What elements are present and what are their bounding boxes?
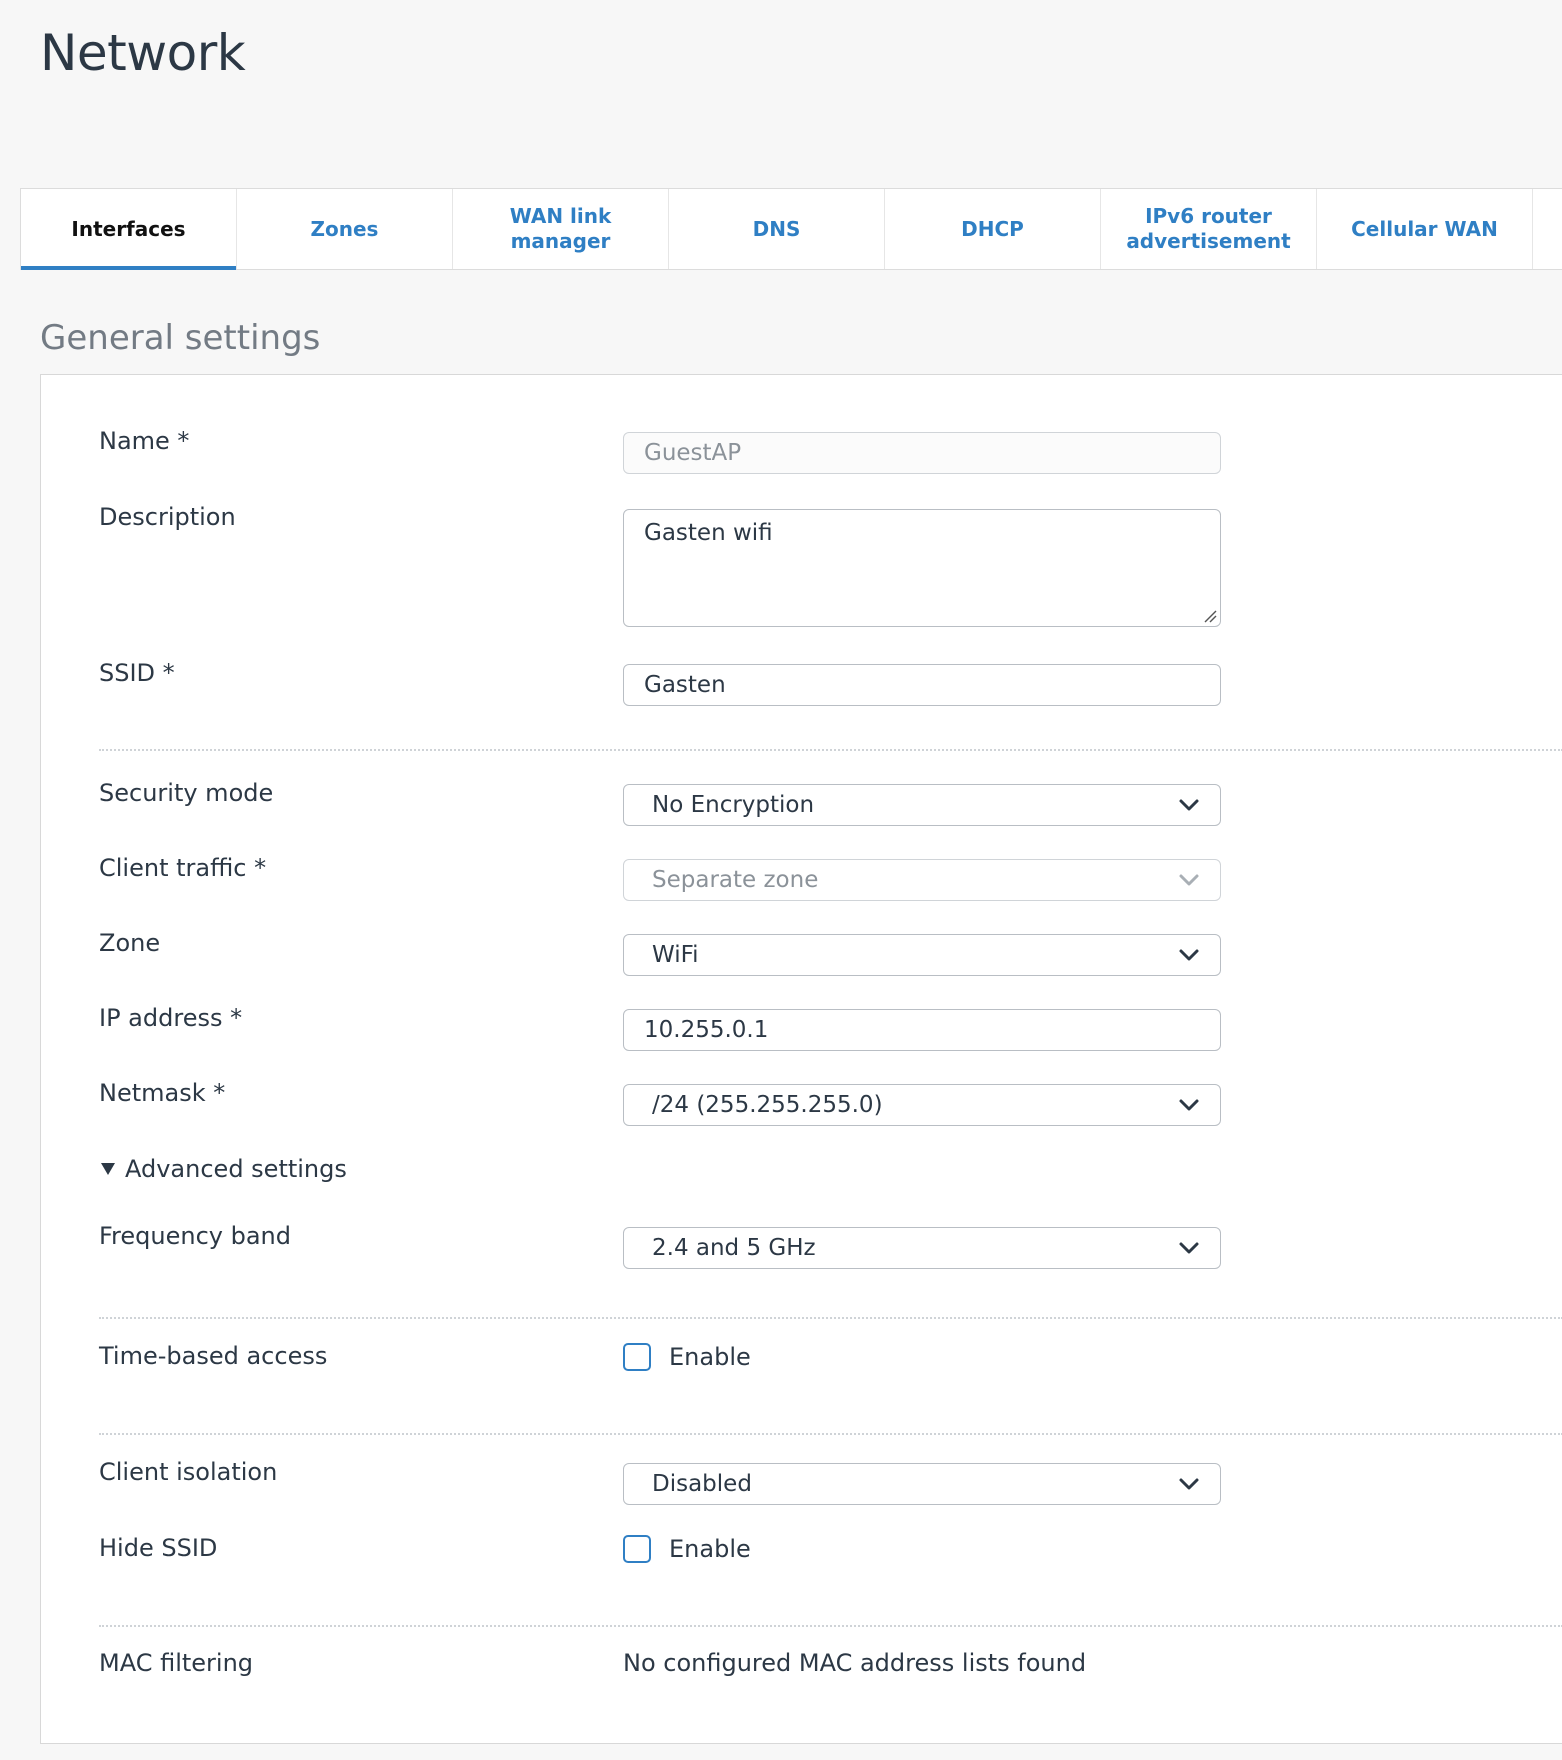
- chevron-down-icon: [1179, 1242, 1199, 1254]
- zone-select[interactable]: WiFi: [623, 934, 1221, 976]
- chevron-down-icon: [1179, 1478, 1199, 1490]
- tab-ipv6-router-advertisement[interactable]: IPv6 router advertisement: [1101, 189, 1317, 269]
- security-mode-select[interactable]: No Encryption: [623, 784, 1221, 826]
- hide-ssid-label: Hide SSID: [99, 1534, 218, 1562]
- netmask-label: Netmask *: [99, 1079, 226, 1107]
- resize-grip-icon[interactable]: [1203, 609, 1217, 623]
- advanced-settings-label: Advanced settings: [125, 1155, 347, 1183]
- divider: [99, 1625, 1562, 1627]
- client-traffic-label: Client traffic *: [99, 854, 267, 882]
- frequency-band-value: 2.4 and 5 GHz: [652, 1235, 816, 1261]
- page-title: Network: [40, 24, 246, 82]
- client-isolation-label: Client isolation: [99, 1458, 278, 1486]
- hide-ssid-checkbox[interactable]: [623, 1535, 651, 1563]
- name-field[interactable]: GuestAP: [623, 432, 1221, 474]
- time-based-access-checkbox-row[interactable]: Enable: [623, 1343, 751, 1371]
- tab-zones[interactable]: Zones: [237, 189, 453, 269]
- chevron-down-icon: [1179, 874, 1199, 886]
- client-traffic-select[interactable]: Separate zone: [623, 859, 1221, 901]
- client-isolation-select[interactable]: Disabled: [623, 1463, 1221, 1505]
- ssid-label: SSID *: [99, 659, 175, 687]
- mac-filtering-label: MAC filtering: [99, 1649, 254, 1677]
- netmask-select[interactable]: /24 (255.255.255.0): [623, 1084, 1221, 1126]
- chevron-down-icon: [1179, 799, 1199, 811]
- netmask-value: /24 (255.255.255.0): [652, 1092, 883, 1118]
- client-isolation-value: Disabled: [652, 1471, 752, 1497]
- ip-address-field[interactable]: 10.255.0.1: [623, 1009, 1221, 1051]
- chevron-down-icon: [1179, 1099, 1199, 1111]
- section-title: General settings: [40, 318, 321, 358]
- client-traffic-value: Separate zone: [652, 867, 819, 893]
- tab-cellular-wan[interactable]: Cellular WAN: [1317, 189, 1533, 269]
- hide-ssid-enable-label: Enable: [669, 1535, 751, 1563]
- tab-dhcp[interactable]: DHCP: [885, 189, 1101, 269]
- tab-bar: Interfaces Zones WAN link manager DNS DH…: [20, 188, 1562, 270]
- security-mode-value: No Encryption: [652, 792, 815, 818]
- tab-wan-link-manager[interactable]: WAN link manager: [453, 189, 669, 269]
- zone-label: Zone: [99, 929, 161, 957]
- time-based-access-checkbox[interactable]: [623, 1343, 651, 1371]
- divider: [99, 1433, 1562, 1435]
- frequency-band-select[interactable]: 2.4 and 5 GHz: [623, 1227, 1221, 1269]
- tab-dns[interactable]: DNS: [669, 189, 885, 269]
- tab-interfaces[interactable]: Interfaces: [21, 189, 237, 270]
- time-based-access-label: Time-based access: [99, 1342, 328, 1370]
- chevron-down-icon: [1179, 949, 1199, 961]
- hide-ssid-checkbox-row[interactable]: Enable: [623, 1535, 751, 1563]
- description-label: Description: [99, 503, 236, 531]
- description-value: Gasten wifi: [644, 520, 773, 546]
- advanced-settings-toggle[interactable]: Advanced settings: [101, 1155, 347, 1183]
- name-label: Name *: [99, 427, 190, 455]
- description-textarea[interactable]: Gasten wifi: [623, 509, 1221, 627]
- frequency-band-label: Frequency band: [99, 1222, 291, 1250]
- zone-value: WiFi: [652, 942, 699, 968]
- triangle-down-icon: [101, 1163, 115, 1175]
- ip-address-label: IP address *: [99, 1004, 243, 1032]
- time-based-access-enable-label: Enable: [669, 1343, 751, 1371]
- security-mode-label: Security mode: [99, 779, 274, 807]
- general-settings-panel: Name * GuestAP Description Gasten wifi S…: [40, 374, 1562, 1744]
- mac-filtering-status: No configured MAC address lists found: [623, 1649, 1087, 1677]
- ssid-field[interactable]: Gasten: [623, 664, 1221, 706]
- divider: [99, 749, 1562, 751]
- divider: [99, 1317, 1562, 1319]
